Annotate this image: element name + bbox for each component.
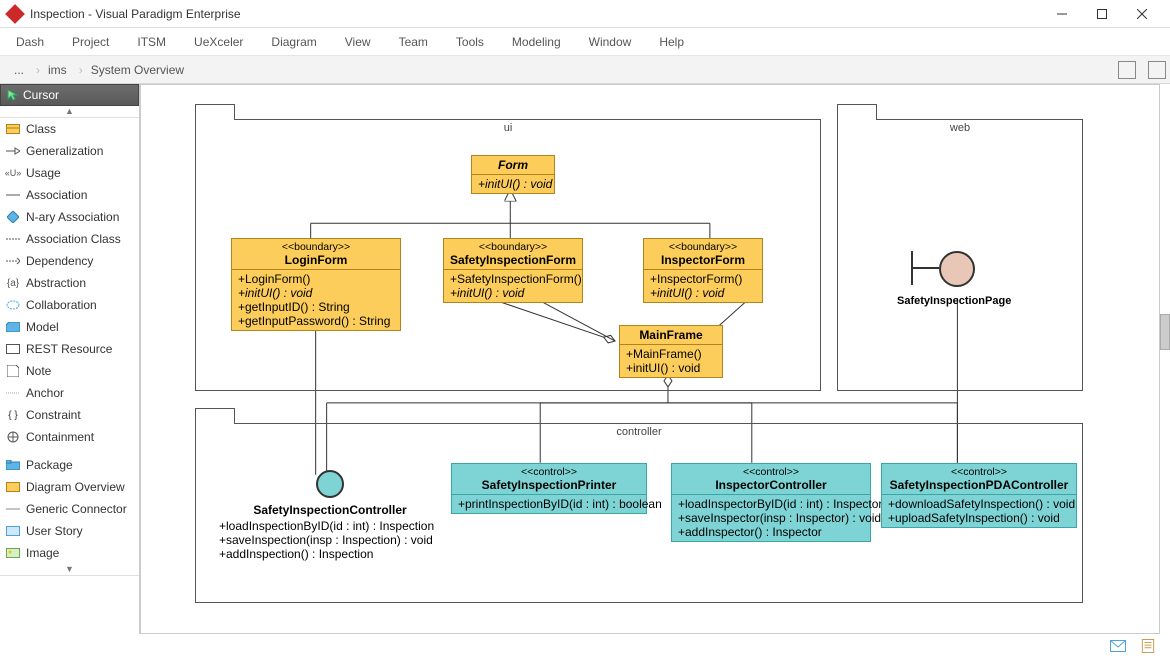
- palette-item-package[interactable]: Package: [0, 454, 139, 476]
- breadcrumb-root[interactable]: ...: [4, 61, 34, 79]
- dov-icon: [6, 481, 20, 493]
- palette-item-image[interactable]: Image: [0, 542, 139, 564]
- palette-collapse-top[interactable]: ▲: [0, 106, 139, 118]
- maximize-button[interactable]: [1082, 0, 1122, 28]
- package-ui-label: ui: [196, 122, 820, 134]
- us-icon: [6, 525, 20, 537]
- class-safetyinspectionpdacontroller[interactable]: <<control>> SafetyInspectionPDAControlle…: [881, 463, 1077, 528]
- menu-dash[interactable]: Dash: [16, 35, 44, 49]
- menu-window[interactable]: Window: [589, 35, 632, 49]
- package-controller-label: controller: [196, 426, 1082, 438]
- palette-item-generic-connector[interactable]: Generic Connector: [0, 498, 139, 520]
- breadcrumb-current[interactable]: System Overview: [81, 61, 194, 79]
- menu-view[interactable]: View: [345, 35, 371, 49]
- palette-item-collaboration[interactable]: Collaboration: [0, 294, 139, 316]
- diagram-canvas[interactable]: ui web controller Form +initUI() : void: [140, 84, 1160, 634]
- window-title: Inspection - Visual Paradigm Enterprise: [30, 7, 1042, 21]
- close-button[interactable]: [1122, 0, 1162, 28]
- palette-collapse-bottom[interactable]: ▼: [0, 564, 139, 576]
- palette-cursor-label: Cursor: [23, 88, 59, 102]
- anchor-icon: [6, 387, 20, 399]
- class-inspectorcontroller[interactable]: <<control>> InspectorController +loadIns…: [671, 463, 871, 542]
- package-web-label: web: [838, 122, 1082, 134]
- palette-item-usage[interactable]: «U»Usage: [0, 162, 139, 184]
- app-logo-icon: [5, 4, 25, 24]
- palette-item-note[interactable]: Note: [0, 360, 139, 382]
- palette-item-anchor[interactable]: Anchor: [0, 382, 139, 404]
- dep-icon: [6, 255, 20, 267]
- menu-help[interactable]: Help: [659, 35, 684, 49]
- assoc-icon: [6, 189, 20, 201]
- nary-icon: [6, 211, 20, 223]
- menu-tools[interactable]: Tools: [456, 35, 484, 49]
- palette-item-dependency[interactable]: Dependency: [0, 250, 139, 272]
- palette-item-generalization[interactable]: Generalization: [0, 140, 139, 162]
- note-icon[interactable]: [1140, 639, 1156, 653]
- scrollbar-thumb[interactable]: [1160, 314, 1170, 350]
- class-safetyinspectionprinter[interactable]: <<control>> SafetyInspectionPrinter +pri…: [451, 463, 647, 514]
- class-loginform[interactable]: <<boundary>> LoginForm +LoginForm() +ini…: [231, 238, 401, 331]
- gen-icon: [6, 145, 20, 157]
- palette-item-n-ary-association[interactable]: N-ary Association: [0, 206, 139, 228]
- status-bar: [0, 634, 1170, 658]
- palette-item-association-class[interactable]: Association Class: [0, 228, 139, 250]
- class-mainframe[interactable]: MainFrame +MainFrame() +initUI() : void: [619, 325, 723, 378]
- breadcrumb-ims[interactable]: ims: [38, 61, 77, 79]
- assocclass-icon: [6, 233, 20, 245]
- canvas-wrap: com.vp.demo.ims: [140, 84, 1170, 634]
- class-safetyinspectioncontroller[interactable]: SafetyInspectionController +loadInspecti…: [219, 469, 441, 561]
- note-icon: [6, 365, 20, 377]
- tool-palette: Cursor ▲ ClassGeneralization«U»UsageAsso…: [0, 84, 140, 634]
- collab-icon: [6, 299, 20, 311]
- abstr-icon: {a}: [6, 277, 20, 289]
- img-icon: [6, 547, 20, 559]
- menu-bar: Dash Project ITSM UeXceler Diagram View …: [0, 28, 1170, 56]
- class-safetyinspectionform[interactable]: <<boundary>> SafetyInspectionForm +Safet…: [443, 238, 583, 303]
- toolbar-icon-1[interactable]: [1118, 61, 1136, 79]
- contain-icon: [6, 431, 20, 443]
- title-bar: Inspection - Visual Paradigm Enterprise: [0, 0, 1170, 28]
- rest-icon: [6, 343, 20, 355]
- palette-item-constraint[interactable]: { }Constraint: [0, 404, 139, 426]
- class-form[interactable]: Form +initUI() : void: [471, 155, 555, 194]
- menu-team[interactable]: Team: [399, 35, 428, 49]
- palette-item-containment[interactable]: Containment: [0, 426, 139, 448]
- toolbar-icon-2[interactable]: [1148, 61, 1166, 79]
- main-area: Cursor ▲ ClassGeneralization«U»UsageAsso…: [0, 84, 1170, 634]
- palette-item-abstraction[interactable]: {a}Abstraction: [0, 272, 139, 294]
- palette-cursor[interactable]: Cursor: [0, 84, 139, 106]
- palette-item-diagram-overview[interactable]: Diagram Overview: [0, 476, 139, 498]
- palette-item-user-story[interactable]: User Story: [0, 520, 139, 542]
- model-icon: [6, 321, 20, 333]
- constraint-icon: { }: [6, 409, 20, 421]
- menu-itsm[interactable]: ITSM: [137, 35, 166, 49]
- class-safetyinspectionpage-label: SafetyInspectionPage: [897, 295, 1011, 307]
- menu-diagram[interactable]: Diagram: [271, 35, 316, 49]
- palette-item-association[interactable]: Association: [0, 184, 139, 206]
- minimize-button[interactable]: [1042, 0, 1082, 28]
- package-icon: [6, 459, 20, 471]
- palette-item-rest-resource[interactable]: REST Resource: [0, 338, 139, 360]
- usage-icon: «U»: [6, 167, 20, 179]
- gc-icon: [6, 503, 20, 515]
- menu-uexceler[interactable]: UeXceler: [194, 35, 243, 49]
- palette-item-model[interactable]: Model: [0, 316, 139, 338]
- menu-modeling[interactable]: Modeling: [512, 35, 561, 49]
- class-inspectorform[interactable]: <<boundary>> InspectorForm +InspectorFor…: [643, 238, 763, 303]
- menu-project[interactable]: Project: [72, 35, 109, 49]
- mail-icon[interactable]: [1110, 639, 1126, 653]
- palette-item-class[interactable]: Class: [0, 118, 139, 140]
- class-icon: [6, 123, 20, 135]
- breadcrumb-bar: ... ims System Overview: [0, 56, 1170, 84]
